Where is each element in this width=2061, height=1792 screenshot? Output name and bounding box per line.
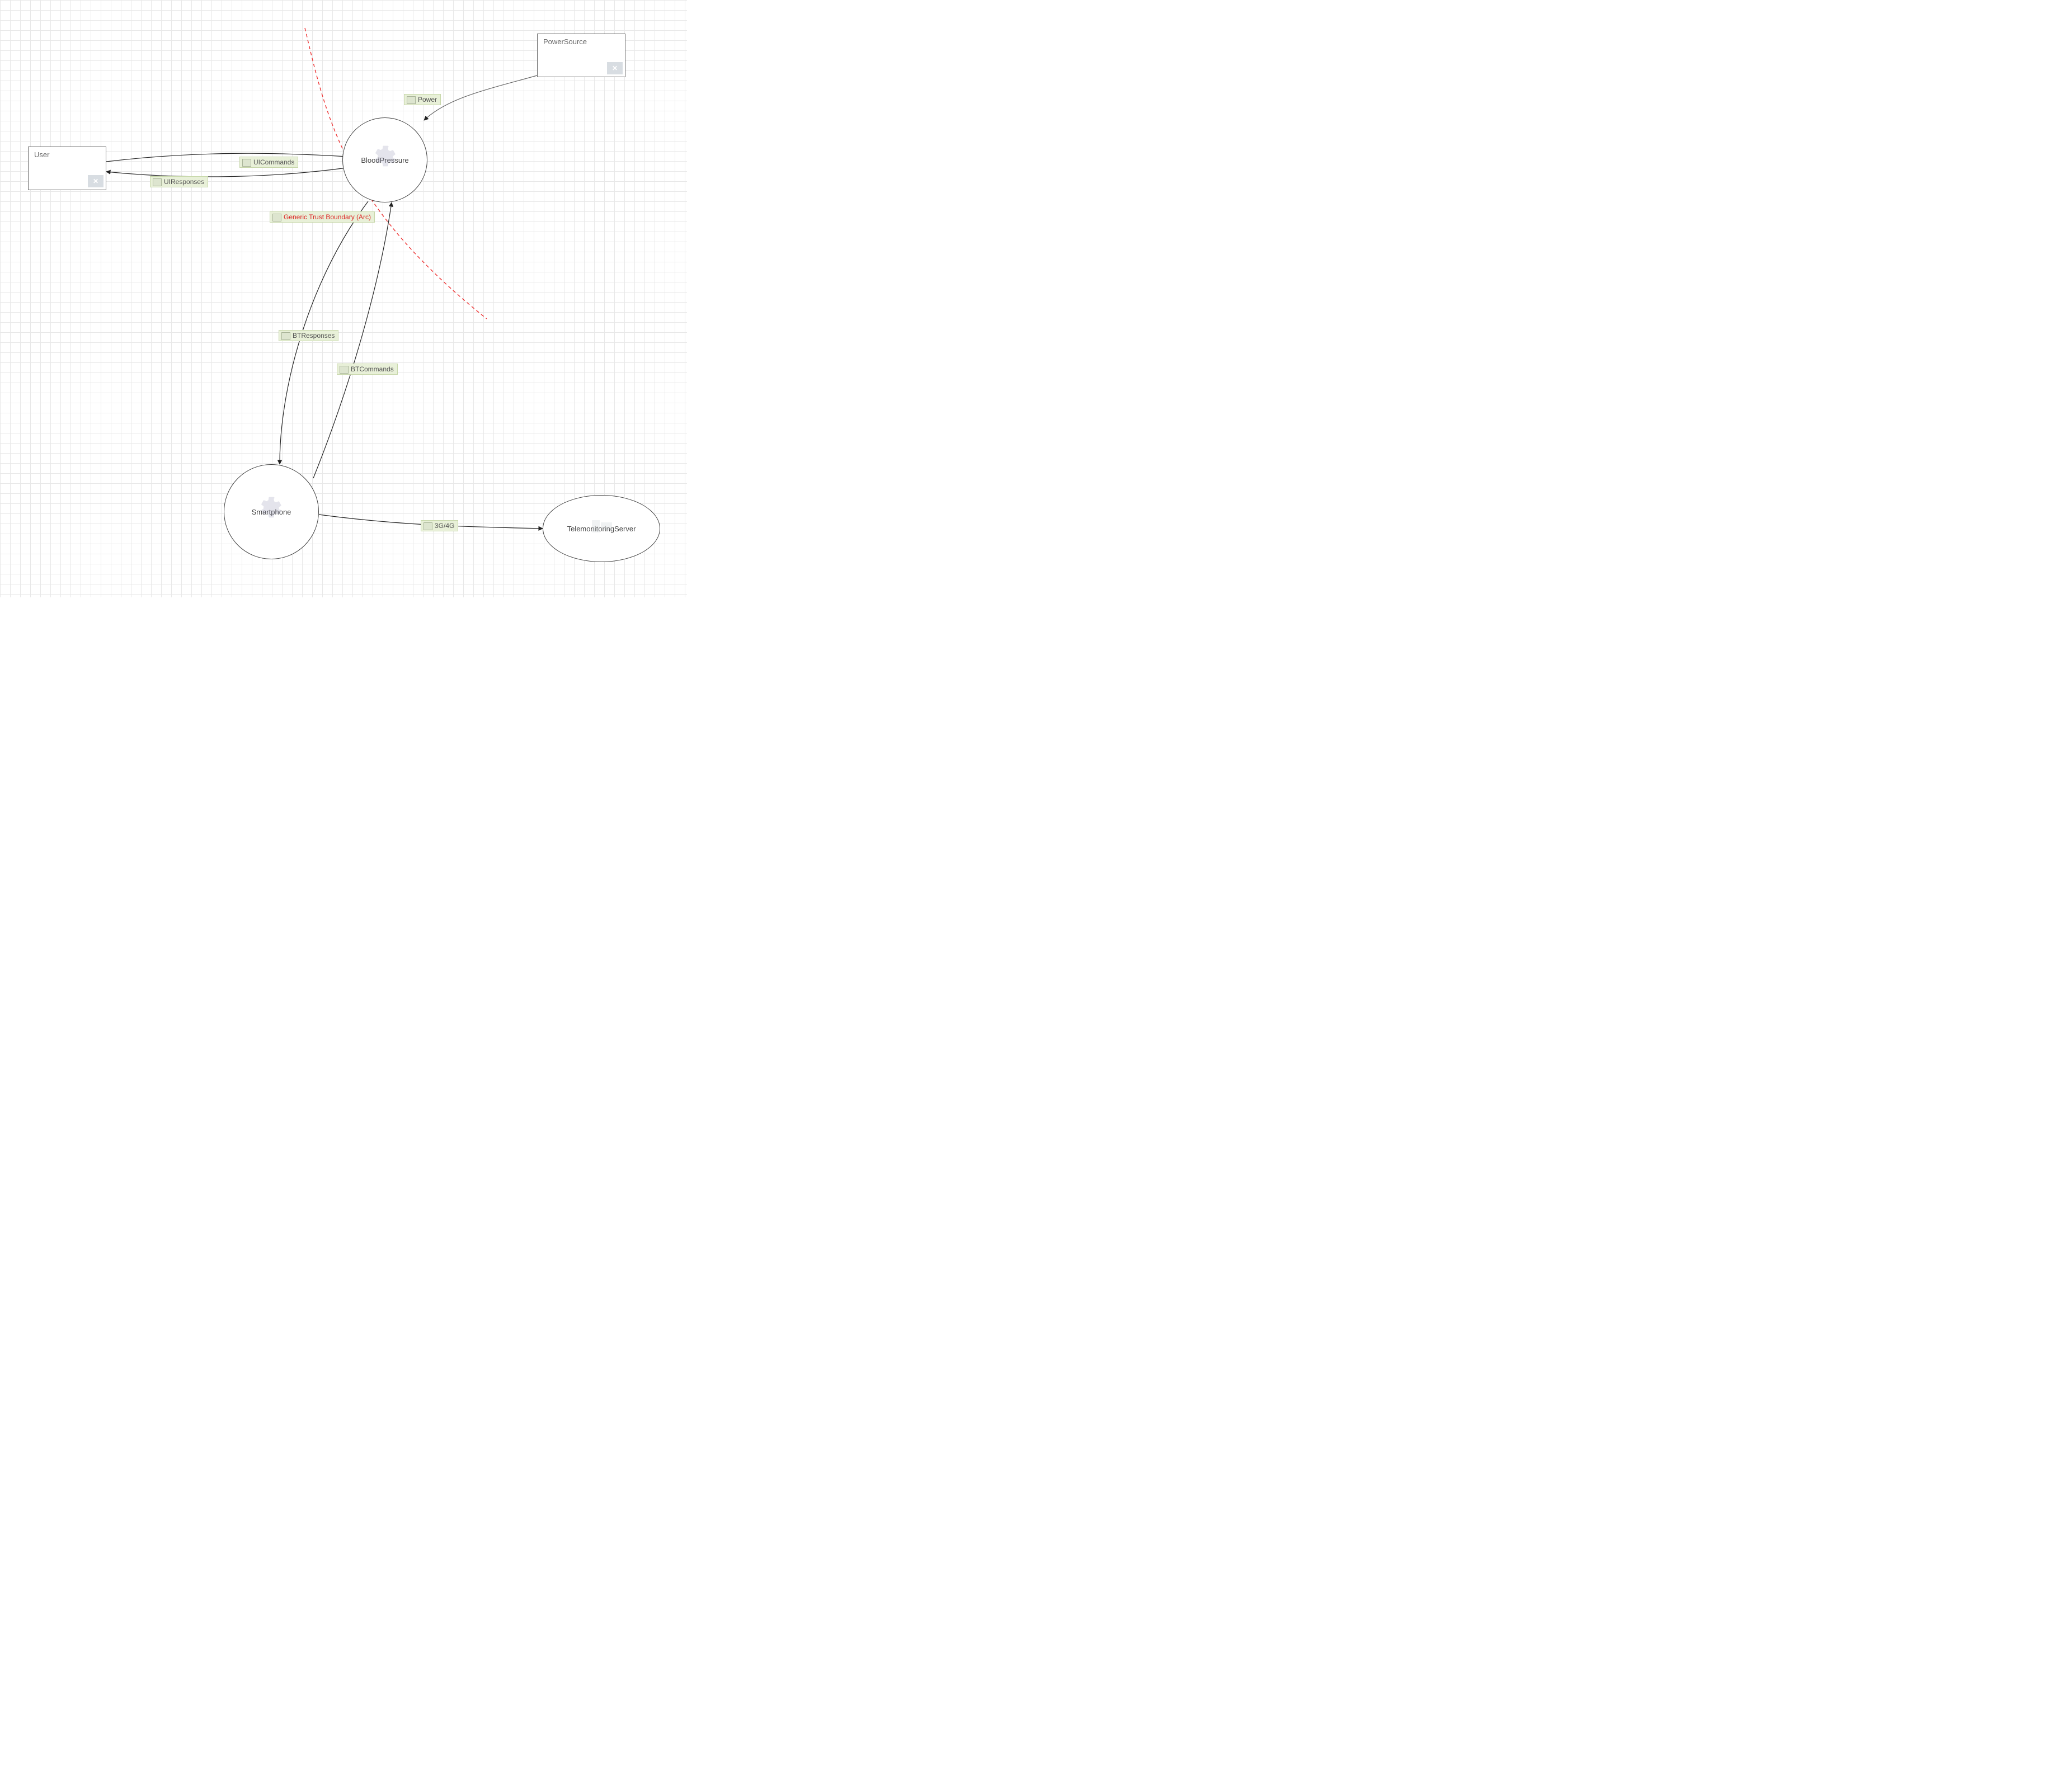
flow-uiresponses-edge — [106, 168, 347, 177]
node-bloodpressure[interactable]: BloodPressure — [342, 117, 427, 202]
gear-icon — [259, 496, 284, 521]
trust-boundary-label[interactable]: Generic Trust Boundary (Arc) — [270, 211, 375, 223]
server-icon — [591, 518, 613, 535]
node-user[interactable]: User — [28, 147, 106, 190]
external-icon — [88, 175, 103, 187]
flow-label-3g4g[interactable]: 3G/4G — [421, 520, 458, 531]
node-powersource[interactable]: PowerSource — [537, 34, 625, 77]
gear-icon — [373, 145, 398, 169]
flow-label-power[interactable]: Power — [404, 94, 441, 105]
diagram-canvas[interactable]: User PowerSource BloodPressure Smartphon… — [0, 0, 687, 597]
flow-label-uicommands[interactable]: UICommands — [239, 157, 298, 168]
flow-power-edge — [424, 76, 537, 120]
flow-label-uiresponses[interactable]: UIResponses — [150, 176, 208, 187]
external-icon — [607, 62, 623, 74]
flow-label-btresponses[interactable]: BTResponses — [279, 330, 338, 341]
flow-uicommands-edge — [106, 153, 347, 162]
node-powersource-label: PowerSource — [543, 37, 587, 46]
flow-label-btcommands[interactable]: BTCommands — [337, 364, 398, 375]
node-telemonitoringserver[interactable]: TelemonitoringServer — [543, 495, 660, 562]
node-user-label: User — [34, 150, 49, 159]
node-smartphone[interactable]: Smartphone — [224, 464, 319, 559]
